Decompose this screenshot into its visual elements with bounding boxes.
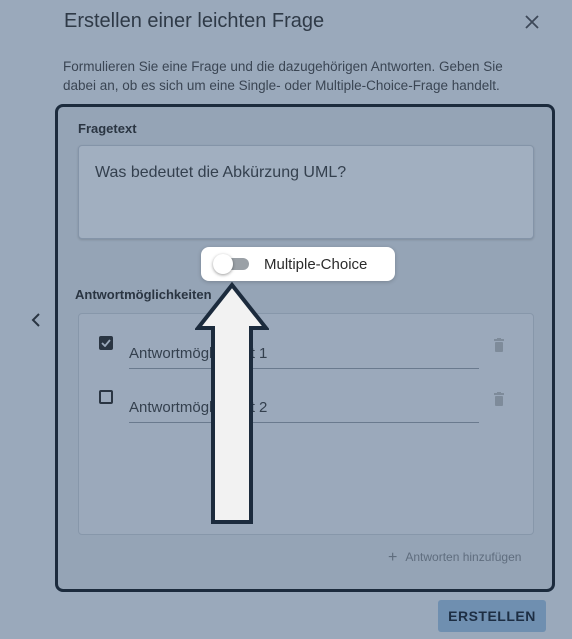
add-answers-label: Antworten hinzufügen [405,550,522,564]
add-answers-button[interactable]: + Antworten hinzufügen [388,549,521,567]
plus-icon: + [388,549,398,566]
answer-row: Antwortmöglichkeit 1 [79,336,533,376]
dialog-title: Erstellen einer leichten Frage [64,10,325,32]
trash-icon[interactable] [491,336,507,354]
answers-list: Antwortmöglichkeit 1 Antwortmöglichkeit … [78,313,534,535]
dialog-description: Formulieren Sie eine Frage und die dazug… [63,59,503,93]
answers-label: Antwortmöglichkeiten [75,287,212,302]
chevron-left-icon[interactable] [26,310,46,330]
question-label: Fragetext [78,121,137,136]
multiple-choice-toggle-container: Multiple-Choice [201,247,395,281]
trash-icon[interactable] [491,390,507,408]
answer-input[interactable]: Antwortmöglichkeit 1 [129,342,479,369]
switch-knob [213,254,233,274]
create-question-dialog: Erstellen einer leichten Frage Formulier… [0,0,572,639]
answer-checkbox[interactable] [99,390,113,404]
multiple-choice-label: Multiple-Choice [264,256,368,273]
question-panel: Fragetext Was bedeutet die Abkürzung UML… [55,104,555,592]
question-textarea[interactable]: Was bedeutet die Abkürzung UML? [78,145,534,239]
close-icon[interactable] [520,10,544,34]
create-button[interactable]: ERSTELLEN [438,600,546,632]
answer-checkbox-checked[interactable] [99,336,113,350]
answer-row: Antwortmöglichkeit 2 [79,390,533,430]
multiple-choice-switch[interactable] [213,254,249,274]
answer-input[interactable]: Antwortmöglichkeit 2 [129,396,479,423]
question-text: Was bedeutet die Abkürzung UML? [95,164,347,181]
arrow-up-icon [195,282,269,524]
